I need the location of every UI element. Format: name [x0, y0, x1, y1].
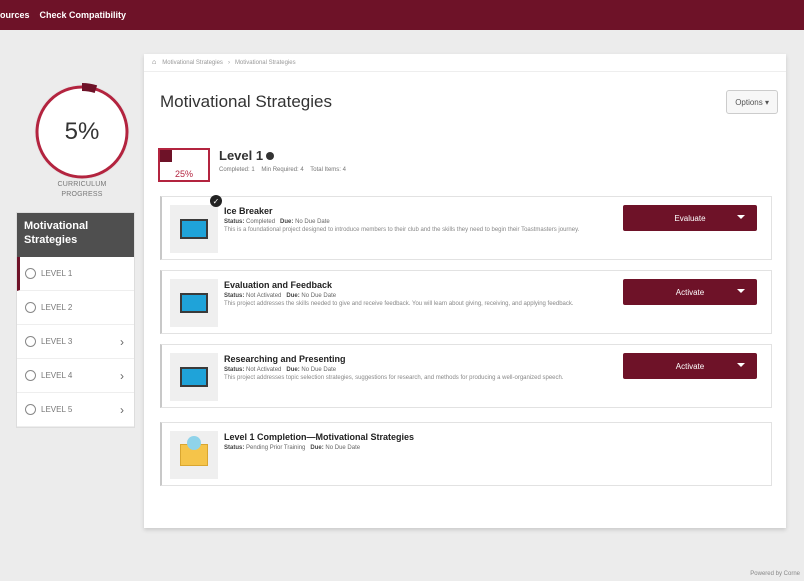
status-label: Status: — [224, 367, 245, 373]
level-total-items: Total Items: 4 — [310, 167, 346, 173]
level-title-text: Level 1 — [219, 148, 264, 163]
status-value: Not Activated — [246, 293, 282, 299]
sidenav-item-level-3[interactable]: LEVEL 3 › — [17, 325, 134, 359]
project-thumbnail — [170, 353, 218, 401]
project-status: Status: Not Activated Due: No Due Date — [224, 367, 336, 373]
level-sidenav: Motivational Strategies LEVEL 1 LEVEL 2 … — [16, 212, 135, 428]
level-progress-percent: 25% — [174, 169, 193, 179]
progress-caption-line1: CURRICULUM — [57, 181, 107, 188]
activate-button[interactable]: Activate — [623, 279, 757, 305]
powered-by-note: Powered by Corne — [750, 571, 800, 577]
sidenav-item-label: LEVEL 4 — [41, 371, 73, 380]
progress-percent: 5% — [64, 118, 100, 145]
due-label: Due: — [280, 219, 294, 225]
project-title[interactable]: Ice Breaker — [224, 206, 273, 216]
sidenav-item-label: LEVEL 1 — [41, 269, 73, 278]
project-title[interactable]: Evaluation and Feedback — [224, 280, 332, 290]
project-status: Status: Completed Due: No Due Date — [224, 219, 330, 225]
project-status: Status: Pending Prior Training Due: No D… — [224, 445, 360, 451]
evaluate-button[interactable]: Evaluate — [623, 205, 757, 231]
radio-icon — [25, 268, 36, 279]
sidenav-item-label: LEVEL 5 — [41, 405, 73, 414]
sidenav-item-level-5[interactable]: LEVEL 5 › — [17, 393, 134, 427]
project-title[interactable]: Level 1 Completion—Motivational Strategi… — [224, 432, 414, 442]
level-min-required: Min Required: 4 — [261, 167, 304, 173]
activate-button-label: Activate — [675, 361, 705, 371]
level-title: Level 1 — [219, 148, 275, 163]
checkmark-icon: ✓ — [210, 195, 222, 207]
info-icon[interactable] — [266, 151, 275, 160]
curriculum-progress-ring: 5% — [30, 80, 134, 184]
screen-icon — [180, 219, 208, 239]
sidenav-header-line2: Strategies — [24, 234, 78, 246]
progress-caption: CURRICULUM PROGRESS — [30, 180, 134, 200]
due-value: No Due Date — [325, 445, 361, 451]
caret-down-icon — [737, 215, 745, 219]
sidenav-item-label: LEVEL 2 — [41, 303, 73, 312]
caret-down-icon — [737, 363, 745, 367]
radio-icon — [25, 370, 36, 381]
sidenav-header-line1: Motivational — [24, 220, 89, 232]
breadcrumb-parent[interactable]: Motivational Strategies — [162, 60, 223, 66]
project-description: This project addresses the skills needed… — [224, 301, 574, 307]
nav-link-resources[interactable]: ources — [0, 10, 30, 20]
due-label: Due: — [286, 367, 300, 373]
level-meta: Completed: 1 Min Required: 4 Total Items… — [219, 167, 351, 173]
due-label: Due: — [310, 445, 324, 451]
status-value: Completed — [246, 219, 276, 225]
sidenav-item-level-2[interactable]: LEVEL 2 — [17, 291, 134, 325]
sidenav-item-level-1[interactable]: LEVEL 1 — [17, 257, 134, 291]
breadcrumb-current: Motivational Strategies — [234, 59, 296, 66]
radio-icon — [25, 336, 36, 347]
sidenav-item-level-4[interactable]: LEVEL 4 › — [17, 359, 134, 393]
status-label: Status: — [224, 219, 245, 225]
radio-icon — [25, 302, 36, 313]
project-thumbnail — [170, 279, 218, 327]
breadcrumb-separator: › — [227, 59, 230, 66]
project-description: This is a foundational project designed … — [224, 227, 580, 233]
status-value: Pending Prior Training — [246, 445, 306, 451]
chevron-right-icon: › — [120, 368, 124, 383]
project-thumbnail — [170, 205, 218, 253]
due-value: No Due Date — [301, 293, 337, 299]
screen-icon — [180, 293, 208, 313]
project-row-researching-and-presenting: Researching and Presenting Status: Not A… — [160, 344, 772, 408]
certificate-icon — [180, 436, 208, 466]
screen-icon — [180, 367, 208, 387]
page-title: Motivational Strategies — [160, 92, 332, 111]
activate-button-label: Activate — [675, 287, 705, 297]
options-button[interactable]: Options ▾ — [726, 90, 778, 114]
top-nav-bar: ources Check Compatibility — [0, 0, 804, 30]
nav-link-check-compatibility[interactable]: Check Compatibility — [40, 10, 127, 20]
project-thumbnail — [170, 431, 218, 479]
status-value: Not Activated — [246, 367, 282, 373]
level-progress-fill — [160, 150, 172, 162]
level-progress-badge: 25% — [158, 148, 210, 182]
level-completed: Completed: 1 — [219, 167, 255, 173]
project-status: Status: Not Activated Due: No Due Date — [224, 293, 336, 299]
evaluate-button-label: Evaluate — [674, 213, 706, 223]
status-label: Status: — [224, 293, 245, 299]
breadcrumb: ⌂ Motivational Strategies › Motivational… — [144, 54, 786, 72]
radio-icon — [25, 404, 36, 415]
activate-button[interactable]: Activate — [623, 353, 757, 379]
project-row-ice-breaker: ✓ Ice Breaker Status: Completed Due: No … — [160, 195, 772, 260]
status-label: Status: — [224, 445, 245, 451]
chevron-right-icon: › — [120, 402, 124, 417]
sidenav-header: Motivational Strategies — [17, 213, 134, 257]
caret-down-icon — [737, 289, 745, 293]
progress-caption-line2: PROGRESS — [61, 191, 103, 198]
due-value: No Due Date — [295, 219, 330, 225]
project-row-level-completion: Level 1 Completion—Motivational Strategi… — [160, 422, 772, 486]
project-description: This project addresses topic selection s… — [224, 375, 564, 381]
due-value: No Due Date — [301, 367, 337, 373]
project-row-evaluation-and-feedback: Evaluation and Feedback Status: Not Acti… — [160, 270, 772, 334]
project-title[interactable]: Researching and Presenting — [224, 354, 346, 364]
chevron-right-icon: › — [120, 334, 124, 349]
due-label: Due: — [286, 293, 300, 299]
home-icon[interactable]: ⌂ — [152, 59, 156, 66]
sidenav-item-label: LEVEL 3 — [41, 337, 73, 346]
main-card: ⌂ Motivational Strategies › Motivational… — [144, 54, 786, 528]
